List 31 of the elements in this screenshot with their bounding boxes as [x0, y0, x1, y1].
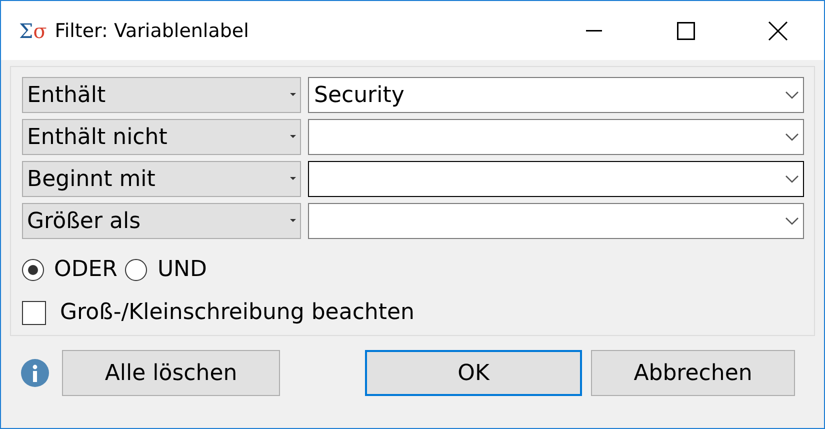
dropdown-triangle-icon [290, 177, 296, 181]
operator-dropdown[interactable]: Beginnt mit [22, 161, 301, 197]
operator-dropdown[interactable]: Enthält nicht [22, 119, 301, 155]
dialog-button[interactable]: Alle löschen [62, 350, 280, 396]
maximize-icon[interactable] [677, 22, 695, 40]
radio-button[interactable] [22, 258, 44, 280]
radio-label[interactable]: UND [157, 257, 207, 282]
dropdown-triangle-icon [290, 135, 296, 139]
checkbox-label[interactable]: Groß-/Kleinschreibung beachten [60, 300, 414, 325]
minimize-icon[interactable] [586, 30, 602, 32]
dropdown-triangle-icon [290, 93, 296, 97]
radio-button[interactable] [125, 258, 148, 280]
chevron-down-icon [785, 175, 799, 183]
chevron-down-icon [785, 133, 799, 141]
dialog-button[interactable]: Abbrechen [591, 350, 795, 396]
operator-dropdown[interactable]: Größer als [22, 203, 301, 239]
checkbox[interactable] [22, 300, 46, 324]
info-icon[interactable] [21, 359, 49, 387]
chevron-down-icon [785, 91, 799, 99]
dialog-button[interactable]: OK [365, 350, 582, 396]
sigma-icon: Σσ [19, 18, 47, 42]
radio-label[interactable]: ODER [54, 257, 118, 282]
window-title: Filter: Variablenlabel [54, 20, 250, 42]
value-combo-field[interactable]: Security [308, 77, 804, 113]
operator-dropdown[interactable]: Enthält [22, 77, 301, 113]
chevron-down-icon [785, 217, 799, 225]
dropdown-triangle-icon [290, 219, 296, 223]
value-combo-field[interactable] [308, 203, 804, 239]
value-combo-field[interactable] [308, 119, 804, 155]
close-icon[interactable] [768, 20, 788, 40]
value-combo-field[interactable] [308, 161, 804, 197]
